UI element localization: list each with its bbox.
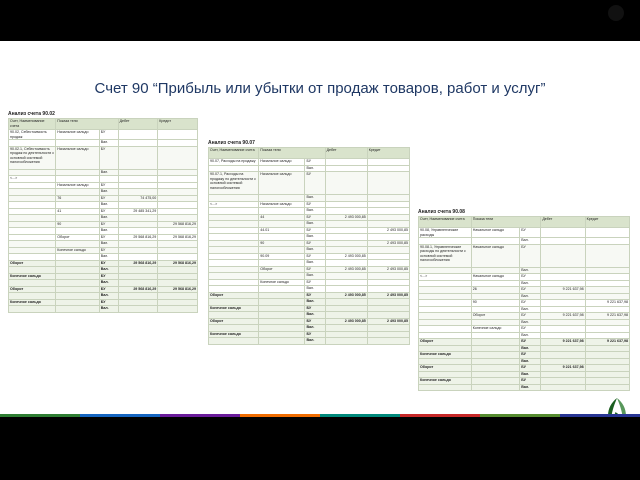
- table-cell: [157, 129, 198, 140]
- account-analysis-panel-90-08: Анализ счета 90.08 Счет, Наименование сч…: [418, 209, 631, 391]
- slide-title: Счет 90 “Прибыль или убытки от продаж то…: [94, 80, 546, 97]
- table-cell: [207, 337, 260, 345]
- table-cell: Начальное сальдо: [470, 243, 521, 268]
- table-row: 90.07.1, Расходы на продажу по деятельно…: [207, 171, 411, 195]
- table-row: 90.08.1, Управленческие расходы по деяте…: [418, 243, 631, 268]
- table-row: Вал.: [418, 383, 631, 391]
- analysis-table: Счет, Наименование счета Показа тели Дебет…: [418, 216, 631, 391]
- table-row: Вал.: [7, 305, 198, 313]
- table-cell: Вал.: [98, 305, 119, 313]
- table-cell: БУ: [98, 145, 119, 170]
- presentation-slide: Счет 90 “Прибыль или убытки от продаж то…: [0, 41, 640, 417]
- table-cell: Начальное сальдо: [258, 171, 306, 195]
- table-header-row: Счет, Наименование счета Показа тели Дебет…: [418, 216, 631, 228]
- table-cell: [157, 145, 198, 170]
- column-header: Счет, Наименование счета: [207, 147, 260, 159]
- table-cell: БУ: [519, 243, 542, 268]
- table-cell: [366, 337, 411, 345]
- table-row: Вал.: [207, 337, 411, 345]
- column-header: Показа тели: [258, 147, 326, 159]
- column-header: Кредит: [157, 118, 198, 130]
- table-cell: Вал.: [304, 337, 326, 345]
- table-cell: БУ: [519, 227, 542, 238]
- table-cell: 90.08.1, Управленческие расходы по деяте…: [418, 243, 472, 268]
- table-cell: 90.02.1, Себестоимость продаж по деятель…: [7, 145, 57, 170]
- table-cell: [366, 171, 411, 195]
- column-header: Кредит: [584, 216, 631, 228]
- table-cell: [7, 305, 57, 313]
- table-cell: [540, 243, 586, 268]
- table-row: 90.02, Себестоимость продаж Начальное сал…: [7, 129, 198, 140]
- table-cell: [584, 227, 631, 238]
- account-analysis-panel-90-02: Анализ счета 90.02 Счет, Наименование сч…: [7, 111, 198, 313]
- stripe-segment: [560, 414, 640, 417]
- table-cell: [324, 337, 368, 345]
- table-row: 90.02.1, Себестоимость продаж по деятель…: [7, 145, 198, 170]
- table-cell: [157, 305, 198, 313]
- column-header: Дебет: [117, 118, 159, 130]
- table-cell: [324, 171, 368, 195]
- panel-title: Анализ счета 90.07: [208, 140, 255, 146]
- stripe-segment: [240, 414, 320, 417]
- column-header: Кредит: [366, 147, 411, 159]
- column-header: Дебет: [540, 216, 586, 228]
- table-cell: 90.08, Управленческие расходы: [418, 227, 472, 238]
- analysis-table: Счет, Наименование счета Показа тели Дебет…: [207, 147, 411, 345]
- stripe-segment: [400, 414, 480, 417]
- table-cell: Вал.: [519, 383, 542, 391]
- table-header-row: Счет, Наименование счета Показа тели Дебет…: [7, 118, 198, 130]
- table-cell: [258, 337, 306, 345]
- table-cell: [584, 243, 631, 268]
- table-cell: [418, 383, 472, 391]
- table-row: 90.08, Управленческие расходы Начальное с…: [418, 227, 631, 238]
- column-header: Показа тели: [55, 118, 119, 130]
- table-cell: БУ: [304, 171, 326, 195]
- column-header: Дебет: [324, 147, 368, 159]
- table-cell: [117, 129, 159, 140]
- table-cell: Начальное сальдо: [470, 227, 521, 238]
- stripe-segment: [160, 414, 240, 417]
- table-cell: 90.02, Себестоимость продаж: [7, 129, 57, 140]
- column-header: Счет, Наименование счета: [418, 216, 472, 228]
- table-cell: [55, 305, 100, 313]
- table-cell: [584, 383, 631, 391]
- stripe-segment: [0, 414, 80, 417]
- stripe-segment: [320, 414, 400, 417]
- table-cell: 90.07.1, Расходы на продажу по деятельно…: [207, 171, 260, 195]
- table-cell: [470, 383, 521, 391]
- stripe-segment: [480, 414, 560, 417]
- column-header: Показа тели: [470, 216, 542, 228]
- table-cell: [117, 305, 159, 313]
- camera-overlay: [608, 5, 624, 21]
- panel-title: Анализ счета 90.08: [418, 209, 465, 215]
- table-cell: Начальное сальдо: [55, 145, 100, 170]
- account-analysis-panel-90-07: Анализ счета 90.07 Счет, Наименование сч…: [207, 140, 411, 345]
- stripe-segment: [80, 414, 160, 417]
- analysis-table: Счет, Наименование счета Показа тели Дебет…: [7, 118, 198, 313]
- table-cell: [540, 227, 586, 238]
- panel-title: Анализ счета 90.02: [8, 111, 55, 117]
- table-cell: Начальное сальдо: [55, 129, 100, 140]
- table-cell: [117, 145, 159, 170]
- table-header-row: Счет, Наименование счета Показа тели Дебет…: [207, 147, 411, 159]
- column-header: Счет, Наименование счета: [7, 118, 57, 130]
- footer-color-stripe: [0, 414, 640, 417]
- table-cell: [540, 383, 586, 391]
- table-cell: БУ: [98, 129, 119, 140]
